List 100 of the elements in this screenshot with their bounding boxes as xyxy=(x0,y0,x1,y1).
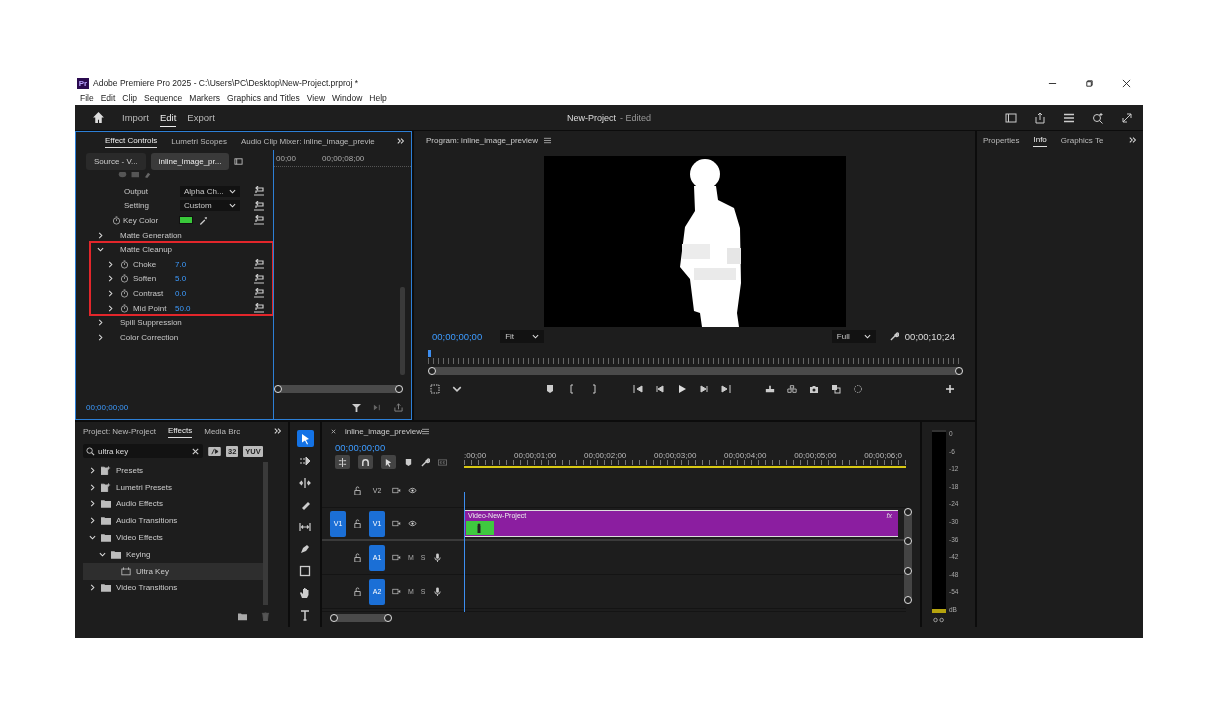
menu-item[interactable]: Window xyxy=(332,93,363,103)
compare-icon[interactable] xyxy=(830,384,841,394)
workspace-tab[interactable]: Edit xyxy=(159,108,177,127)
menu-item[interactable]: Edit xyxy=(100,93,116,103)
linked-selection-toggle[interactable] xyxy=(381,455,396,469)
reset-icon[interactable] xyxy=(253,303,265,314)
snap-toggle[interactable] xyxy=(358,455,373,469)
add-icon[interactable] xyxy=(945,384,955,394)
effect-group-label[interactable]: Matte Generation xyxy=(120,230,182,240)
resolution-dropdown[interactable]: Full xyxy=(831,329,876,343)
effect-group-label[interactable]: Spill Suppression xyxy=(120,318,182,328)
captions-icon[interactable] xyxy=(438,457,447,467)
expand-chevron-icon[interactable] xyxy=(89,500,96,508)
lock-icon[interactable] xyxy=(353,553,362,562)
playhead-timecode[interactable]: 00;00;00;00 xyxy=(432,330,483,342)
expand-chevron-icon[interactable] xyxy=(89,517,96,525)
panel-tab[interactable]: Effects xyxy=(167,424,193,438)
property-dropdown[interactable]: Alpha Ch... xyxy=(180,185,240,197)
sync-lock-icon[interactable] xyxy=(392,553,401,562)
stopwatch-icon[interactable] xyxy=(112,216,121,225)
proxy-icon[interactable] xyxy=(852,384,863,394)
home-icon[interactable] xyxy=(92,111,105,124)
reset-icon[interactable] xyxy=(253,186,265,197)
expand-chevron-icon[interactable] xyxy=(89,534,96,542)
close-icon[interactable] xyxy=(1122,78,1131,88)
property-dropdown[interactable]: Custom xyxy=(180,200,240,212)
source-tab[interactable]: inline_image_pr... xyxy=(150,152,230,170)
step-back-icon[interactable] xyxy=(654,384,665,394)
source-tab[interactable]: Source - V... xyxy=(86,152,146,170)
reset-icon[interactable] xyxy=(253,200,265,211)
zoom-scrollbar[interactable] xyxy=(274,385,403,393)
search-icon[interactable] xyxy=(1092,111,1104,124)
wrench-icon[interactable] xyxy=(421,457,430,467)
play-audio-icon[interactable] xyxy=(373,402,382,412)
playhead-timecode[interactable]: 00;00;00;00 xyxy=(335,442,458,453)
workspace-tab[interactable]: Export xyxy=(187,109,215,126)
time-ruler[interactable] xyxy=(464,460,906,468)
selected-row[interactable]: Ultra Key xyxy=(83,562,263,580)
sync-lock-icon[interactable] xyxy=(392,519,401,528)
more-panels-icon[interactable] xyxy=(1129,136,1137,144)
extract-icon[interactable] xyxy=(786,384,797,394)
expand-chevron-icon[interactable] xyxy=(89,466,96,474)
nest-toggle[interactable] xyxy=(335,455,350,469)
reset-icon[interactable] xyxy=(253,259,265,270)
zoom-scrollbar[interactable] xyxy=(330,614,392,622)
panel-menu-icon[interactable] xyxy=(544,136,552,144)
go-to-in-icon[interactable] xyxy=(632,384,643,394)
effect-group-label[interactable]: Matte Cleanup xyxy=(120,245,173,255)
microphone-icon[interactable] xyxy=(432,587,442,596)
panel-tab[interactable]: Info xyxy=(1033,133,1047,147)
export-icon[interactable] xyxy=(394,402,403,412)
panel-tab[interactable]: Lumetri Scopes xyxy=(171,134,227,148)
property-value[interactable]: 0.0 xyxy=(175,288,187,298)
tree-item-label[interactable]: Video Effects xyxy=(116,533,163,543)
stopwatch-icon[interactable] xyxy=(120,259,129,269)
marker-icon[interactable] xyxy=(404,457,413,467)
panel-icon[interactable] xyxy=(1005,111,1017,124)
new-folder-icon[interactable] xyxy=(238,611,247,621)
expand-chevron-icon[interactable] xyxy=(97,246,104,254)
zoom-dropdown[interactable]: Fit xyxy=(500,329,545,343)
fullscreen-icon[interactable] xyxy=(1121,111,1133,124)
close-icon[interactable] xyxy=(330,427,337,435)
panel-icon[interactable] xyxy=(234,156,244,166)
tree-item-label[interactable]: Audio Transitions xyxy=(116,516,178,526)
property-value[interactable]: 7.0 xyxy=(175,259,187,269)
panel-tab[interactable]: Media Brc xyxy=(204,424,241,438)
stopwatch-icon[interactable] xyxy=(120,303,129,313)
color-swatch[interactable] xyxy=(179,216,193,225)
expand-chevron-icon[interactable] xyxy=(97,319,104,327)
go-to-out-icon[interactable] xyxy=(720,384,731,394)
panel-tab[interactable]: Effect Controls xyxy=(105,134,158,148)
tree-item-label[interactable]: Presets xyxy=(116,465,144,475)
reset-icon[interactable] xyxy=(253,273,265,284)
lock-icon[interactable] xyxy=(353,587,362,596)
tree-item-label[interactable]: Keying xyxy=(126,549,151,559)
property-value[interactable]: 5.0 xyxy=(175,274,187,284)
menu-item[interactable]: Sequence xyxy=(144,93,183,103)
camera-icon[interactable] xyxy=(808,384,819,394)
panel-tab[interactable]: Properties xyxy=(983,133,1020,147)
caret-icon[interactable] xyxy=(452,384,462,394)
expand-chevron-icon[interactable] xyxy=(97,231,104,239)
expand-chevron-icon[interactable] xyxy=(99,550,106,558)
restore-icon[interactable] xyxy=(1085,78,1094,88)
expand-chevron-icon[interactable] xyxy=(89,483,96,491)
accelerated-effects-icon[interactable] xyxy=(208,446,221,456)
panel-tab[interactable]: Project: New-Project xyxy=(83,424,156,438)
clear-icon[interactable] xyxy=(191,446,200,456)
eyedropper-icon[interactable] xyxy=(199,216,208,225)
tree-item-label[interactable]: Audio Effects xyxy=(116,499,163,509)
stopwatch-icon[interactable] xyxy=(120,274,129,284)
more-panels-icon[interactable] xyxy=(397,137,405,145)
reset-icon[interactable] xyxy=(253,288,265,299)
safe-margins-icon[interactable] xyxy=(430,384,440,394)
reset-icon[interactable] xyxy=(253,215,265,226)
panel-tab[interactable]: Graphics Te xyxy=(1060,133,1104,147)
microphone-icon[interactable] xyxy=(432,553,442,562)
solo-buttons-icon[interactable] xyxy=(932,617,946,623)
effect-group-label[interactable]: Color Correction xyxy=(120,332,179,342)
lift-icon[interactable] xyxy=(764,384,775,394)
lock-icon[interactable] xyxy=(353,519,362,528)
